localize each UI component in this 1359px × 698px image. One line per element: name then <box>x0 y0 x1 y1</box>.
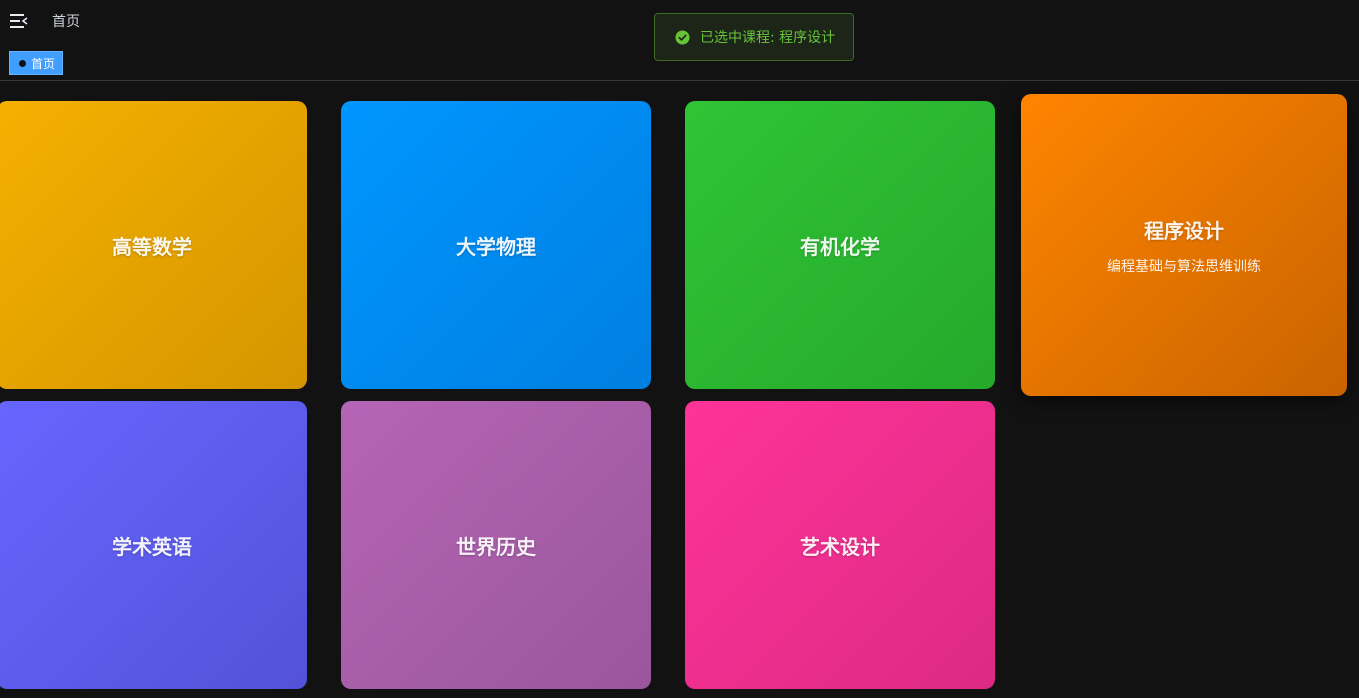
course-title: 世界历史 <box>456 534 536 559</box>
toast-message: 已选中课程: 程序设计 <box>700 30 836 46</box>
course-title: 程序设计 <box>1144 218 1224 243</box>
course-card-programming[interactable]: 程序设计 编程基础与算法思维训练 <box>1021 94 1347 396</box>
tag-active-dot <box>19 59 26 67</box>
course-subtitle: 编程基础与算法思维训练 <box>1107 258 1261 275</box>
check-circle-icon <box>675 29 690 45</box>
course-card-chemistry[interactable]: 有机化学 <box>685 101 995 389</box>
course-title: 大学物理 <box>456 234 536 259</box>
course-title: 有机化学 <box>800 234 880 259</box>
course-card-history[interactable]: 世界历史 <box>341 401 651 689</box>
course-card-english[interactable]: 学术英语 <box>0 401 307 689</box>
course-card-math[interactable]: 高等数学 <box>0 101 307 389</box>
course-card-art[interactable]: 艺术设计 <box>685 401 995 689</box>
course-title: 学术英语 <box>112 534 192 559</box>
course-card-physics[interactable]: 大学物理 <box>341 101 651 389</box>
breadcrumb-home[interactable]: 首页 <box>52 13 80 31</box>
success-toast: 已选中课程: 程序设计 <box>654 13 854 61</box>
course-title: 高等数学 <box>112 234 192 259</box>
tag-home[interactable]: 首页 <box>9 51 64 75</box>
tag-home-label: 首页 <box>31 56 56 71</box>
course-title: 艺术设计 <box>800 534 880 559</box>
menu-fold-icon[interactable] <box>10 13 28 29</box>
